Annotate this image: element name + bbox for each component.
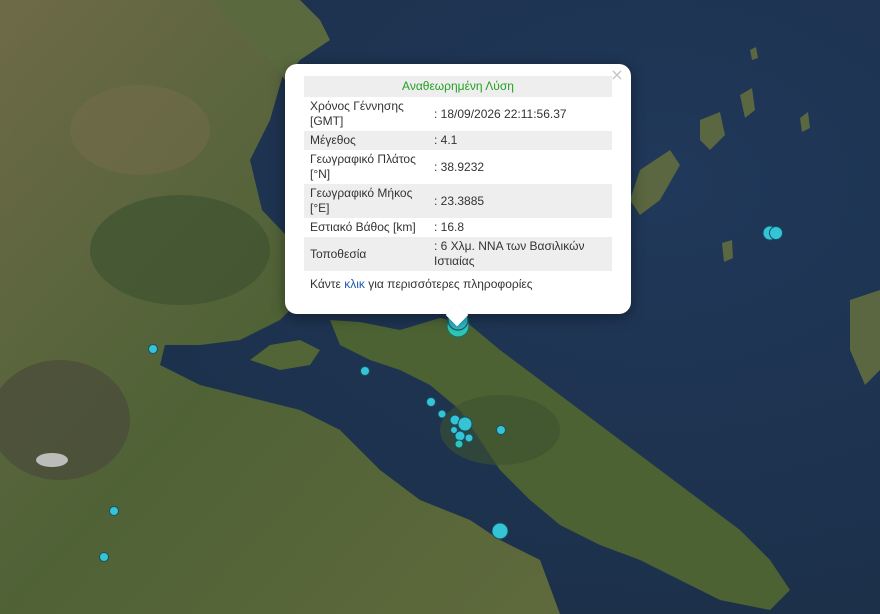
earthquake-marker[interactable] [437,409,447,419]
popup-title: Αναθεωρημένη Λύση [304,76,612,97]
more-info-link[interactable]: κλικ [344,277,365,291]
earthquake-marker[interactable] [109,506,119,516]
row-label: Μέγεθος [304,131,428,150]
earthquake-marker[interactable] [457,416,473,432]
row-value: : 18/09/2026 22:11:56.37 [434,106,567,121]
mountain-area [90,195,270,305]
row-latitude: Γεωγραφικό Πλάτος [°N] : 38.9232 [304,150,612,184]
row-value: : 4.1 [428,131,612,150]
row-longitude: Γεωγραφικό Μήκος [°E] : 23.3885 [304,184,612,218]
row-location: Τοποθεσία : 6 Χλμ. ΝΝΑ των Βασιλικών Ιστ… [304,237,612,271]
more-info-prefix: Κάντε [310,277,345,291]
earthquake-marker[interactable] [464,433,474,443]
earthquake-marker[interactable] [360,366,370,376]
earthquake-marker[interactable] [148,344,158,354]
row-label: Γεωγραφικό Πλάτος [°N] [310,152,416,181]
row-value: : 23.3885 [428,184,612,218]
earthquake-details-table: Αναθεωρημένη Λύση Χρόνος Γέννησης [GMT] … [304,76,612,271]
earthquake-marker[interactable] [491,522,509,540]
more-info-line: Κάντε κλικ για περισσότερες πληροφορίες [304,277,612,291]
earthquake-marker[interactable] [99,552,109,562]
earthquake-marker[interactable] [454,439,464,449]
row-label: Τοποθεσία [304,237,428,271]
more-info-suffix: για περισσότερες πληροφορίες [364,277,533,291]
row-depth: Εστιακό Βάθος [km] : 16.8 [304,218,612,237]
row-value: : 38.9232 [434,159,485,174]
row-value: : 6 Χλμ. ΝΝΑ των Βασιλικών Ιστιαίας [428,237,612,271]
earthquake-info-popup: × Αναθεωρημένη Λύση Χρόνος Γέννησης [GMT… [285,64,631,327]
row-label: Εστιακό Βάθος [km] [310,220,416,234]
mountain-area [70,85,210,175]
close-icon[interactable]: × [609,67,625,83]
earthquake-marker[interactable] [496,425,506,435]
popup-title-row: Αναθεωρημένη Λύση [304,76,612,97]
earthquake-marker[interactable] [426,397,436,407]
row-label: Χρόνος Γέννησης [GMT] [310,99,404,128]
row-origin-time: Χρόνος Γέννησης [GMT] : 18/09/2026 22:11… [304,97,612,131]
earthquake-marker[interactable] [450,426,458,434]
row-label: Γεωγραφικό Μήκος [°E] [304,184,428,218]
earthquake-marker[interactable] [769,226,783,240]
row-value: : 16.8 [434,220,465,234]
snow-peak [36,453,68,467]
row-magnitude: Μέγεθος : 4.1 [304,131,612,150]
